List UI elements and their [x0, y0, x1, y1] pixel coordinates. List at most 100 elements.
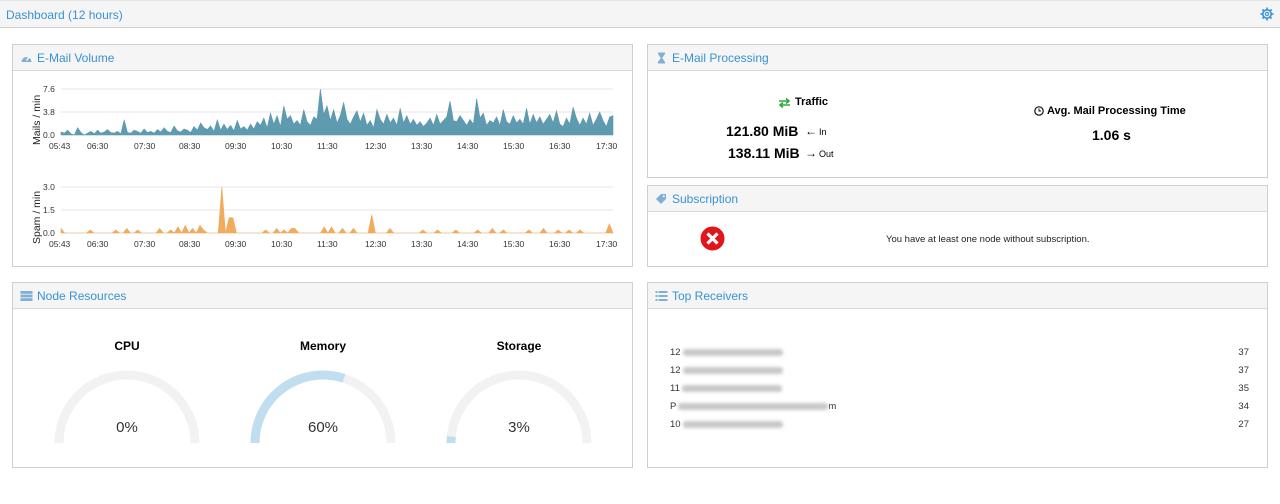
subscription-header: Subscription [648, 186, 1267, 212]
gear-icon[interactable] [1260, 7, 1274, 21]
ticket-icon [656, 194, 666, 204]
receiver-row: 11 35 [670, 383, 1249, 397]
subscription-message: You have at least one node without subsc… [886, 234, 1090, 245]
receiver-row: 12 37 [670, 365, 1249, 379]
spam-chart-ytick: 0.0 [43, 228, 55, 238]
traffic-in-value: 121.80 MiB [726, 123, 799, 139]
email-processing-header: E-Mail Processing [648, 45, 1267, 71]
receiver-address: Pm [670, 401, 836, 412]
mail-chart-xtick: 05:43 [49, 141, 71, 151]
mail-chart-xtick: 15:30 [503, 141, 525, 151]
mail-chart-xtick: 14:30 [457, 141, 479, 151]
arrow-left-icon: ← [805, 124, 817, 138]
receiver-address: 12 [670, 365, 783, 376]
receiver-address: 10 [670, 419, 783, 430]
redacted-address-blur [682, 348, 783, 356]
mail-chart-xtick: 16:30 [549, 141, 571, 151]
mail-chart-ylabel: Mails / min [31, 94, 43, 145]
redacted-address-blur [681, 384, 782, 392]
hourglass-icon [658, 52, 665, 64]
receiver-address-prefix: 10 [670, 419, 681, 430]
receiver-address-suffix: m [828, 401, 837, 412]
subscription-panel: Subscription You have at least one node … [647, 185, 1268, 267]
receiver-count: 37 [1238, 347, 1249, 358]
receiver-address-prefix: 12 [670, 347, 681, 358]
gauge-value-cpu: 0% [116, 419, 138, 436]
top-receivers-title: Top Receivers [672, 289, 749, 303]
dashboard-title: Dashboard (12 hours) [6, 8, 123, 22]
exchange-icon [778, 97, 791, 109]
mail-chart-xtick: 17:30 [596, 141, 618, 151]
clock-icon [1034, 106, 1044, 116]
gauge-label-memory: Memory [299, 339, 346, 353]
receiver-address-prefix: 12 [670, 365, 681, 376]
mail-chart-xtick: 07:30 [134, 141, 156, 151]
email-volume-header: E-Mail Volume [13, 45, 632, 71]
spam-chart-xtick: 17:30 [596, 239, 618, 249]
subscription-title: Subscription [672, 192, 739, 206]
mail-volume-chart [60, 88, 614, 136]
mail-chart-ytick: 7.6 [43, 84, 55, 94]
spam-chart-xtick: 10:30 [271, 239, 293, 249]
email-volume-title: E-Mail Volume [37, 51, 115, 65]
avg-processing-label: Avg. Mail Processing Time [1047, 105, 1186, 117]
spam-chart-xtick: 05:43 [49, 239, 71, 249]
top-receivers-panel: Top Receivers 12 37 12 37 11 35 Pm 34 10 27 [647, 282, 1268, 468]
receiver-row: 12 37 [670, 347, 1249, 361]
spam-chart-ytick: 1.5 [43, 205, 55, 215]
receiver-count: 27 [1238, 419, 1249, 430]
server-icon [20, 291, 33, 301]
gauge-label-storage: Storage [496, 339, 542, 353]
mail-chart-xtick: 12:30 [365, 141, 387, 151]
spam-chart-xtick: 06:30 [87, 239, 109, 249]
redacted-address-blur [682, 420, 783, 428]
receiver-count: 35 [1238, 383, 1249, 394]
node-resources-header: Node Resources [13, 283, 632, 309]
spam-chart-xtick: 14:30 [457, 239, 479, 249]
mail-chart-xtick: 06:30 [87, 141, 109, 151]
node-resources-title: Node Resources [37, 289, 127, 303]
receiver-address-prefix: 11 [670, 383, 680, 394]
receiver-address: 12 [670, 347, 783, 358]
mail-chart-xtick: 10:30 [271, 141, 293, 151]
spam-chart-xtick: 08:30 [179, 239, 201, 249]
gauge-value-storage: 3% [508, 419, 530, 436]
spam-chart-xtick: 11:30 [317, 239, 338, 249]
spam-chart-ylabel: Spam / min [31, 190, 43, 244]
dashboard-header: Dashboard (12 hours) [0, 0, 1280, 28]
email-processing-title: E-Mail Processing [672, 51, 769, 65]
avg-processing-value: 1.06 s [1092, 127, 1131, 143]
traffic-out-label: Out [819, 149, 834, 159]
spam-chart-xtick: 15:30 [503, 239, 525, 249]
mail-chart-ytick: 3.8 [43, 107, 55, 117]
spam-chart-ytick: 3.0 [43, 182, 55, 192]
gauge-value-memory: 60% [307, 419, 339, 436]
receiver-count: 34 [1238, 401, 1249, 412]
spam-volume-chart [60, 186, 614, 234]
mail-chart-xtick: 11:30 [317, 141, 338, 151]
mail-chart-ytick: 0.0 [43, 130, 55, 140]
gauge-label-cpu: CPU [114, 339, 140, 353]
arrow-right-icon: → [805, 146, 817, 160]
spam-chart-xtick: 07:30 [134, 239, 156, 249]
spam-chart-xtick: 16:30 [549, 239, 571, 249]
traffic-out-value: 138.11 MiB [728, 145, 800, 161]
node-resources-panel: Node Resources CPU 0% Memory 60% Storage 3% [12, 282, 633, 468]
spam-chart-xtick: 13:30 [411, 239, 433, 249]
receiver-row: 10 27 [670, 419, 1249, 433]
receiver-address: 11 [670, 383, 782, 394]
list-icon [655, 291, 668, 301]
mail-chart-xtick: 09:30 [225, 141, 247, 151]
tachometer-icon [21, 56, 32, 62]
receiver-row: Pm 34 [670, 401, 1249, 415]
mail-chart-xtick: 08:30 [179, 141, 201, 151]
spam-chart-xtick: 12:30 [365, 239, 387, 249]
mail-chart-xtick: 13:30 [411, 141, 433, 151]
traffic-in-label: In [819, 127, 827, 137]
redacted-address-blur [682, 366, 783, 374]
email-processing-panel: E-Mail Processing Traffic 121.80 MiB ← I… [647, 44, 1268, 178]
email-volume-panel: E-Mail Volume Mails / min 7.6 3.8 0.0 05:4… [12, 44, 633, 267]
traffic-label: Traffic [795, 96, 829, 108]
redacted-address-blur [678, 402, 829, 410]
top-receivers-header: Top Receivers [648, 283, 1267, 309]
